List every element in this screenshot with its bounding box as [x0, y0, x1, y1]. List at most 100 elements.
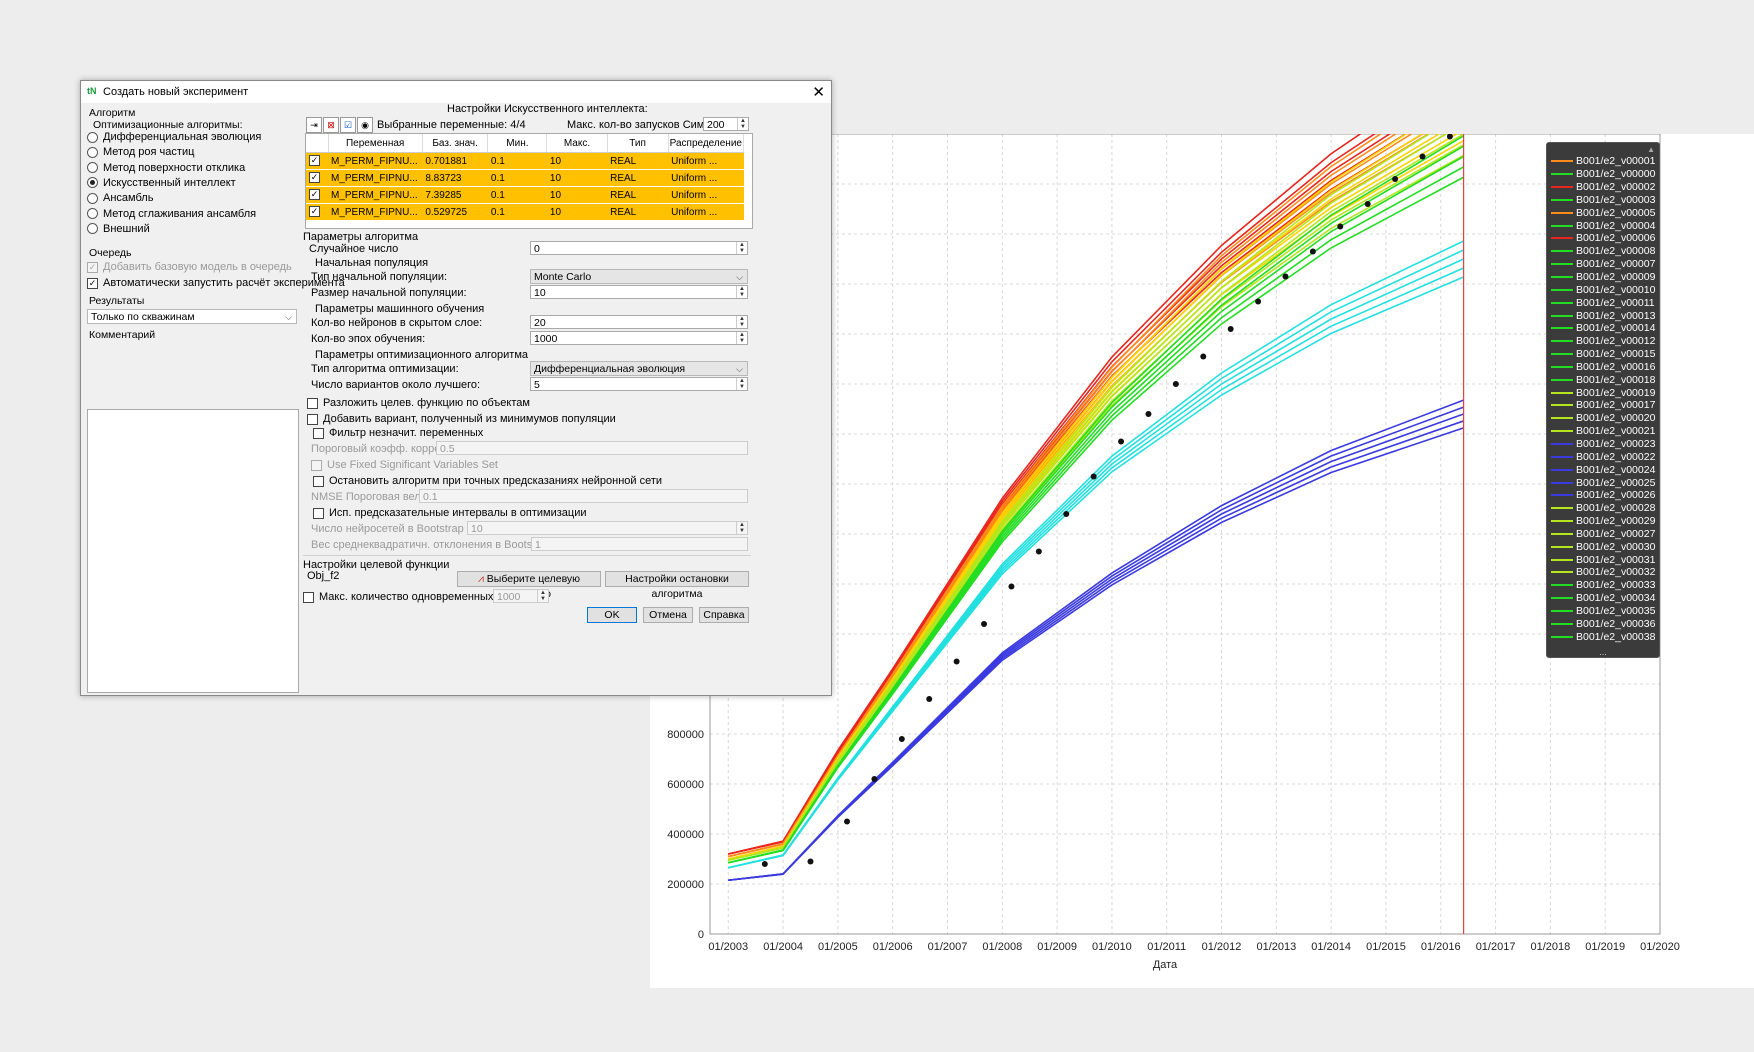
legend-item[interactable]: B001/e2_v00015 — [1547, 348, 1659, 361]
max-concurrent-checkbox[interactable] — [303, 591, 314, 603]
dialog-titlebar[interactable]: tN Создать новый эксперимент ✕ — [81, 81, 831, 103]
algorithm-option[interactable]: Дифференциальная эволюция — [87, 131, 261, 143]
auto-run-option[interactable]: ✓ Автоматически запустить расчёт эксперим… — [87, 277, 345, 289]
algorithm-radio[interactable] — [87, 146, 98, 158]
stop-settings-button[interactable]: Настройки остановки алгоритма — [605, 571, 749, 600]
legend-item[interactable]: B001/e2_v00010 — [1547, 283, 1659, 296]
check-all-icon[interactable]: ☑ — [340, 117, 356, 133]
algorithm-option[interactable]: Метод сглаживания ансамбля — [87, 208, 256, 220]
stop-on-precise-option[interactable]: Остановить алгоритм при точных предсказа… — [313, 475, 662, 487]
legend-item[interactable]: B001/e2_v00009 — [1547, 271, 1659, 284]
close-icon[interactable]: ✕ — [812, 83, 825, 101]
algorithm-radio[interactable] — [87, 208, 98, 220]
split-objective-option[interactable]: Разложить целев. функцию по объектам — [307, 397, 530, 409]
table-row[interactable]: ✓ M_PERM_FIPNU... 0.701881 0.1 10 REAL Uniform… — [306, 152, 744, 170]
legend-item[interactable]: B001/e2_v00035 — [1547, 605, 1659, 618]
legend-item[interactable]: B001/e2_v00030 — [1547, 540, 1659, 553]
legend-item[interactable]: B001/e2_v00019 — [1547, 386, 1659, 399]
legend-item[interactable]: B001/e2_v00021 — [1547, 425, 1659, 438]
table-header-cell[interactable]: Переменная — [328, 134, 423, 153]
legend-item[interactable]: B001/e2_v00012 — [1547, 335, 1659, 348]
legend-item[interactable]: B001/e2_v00011 — [1547, 296, 1659, 309]
legend-item[interactable]: B001/e2_v00003 — [1547, 194, 1659, 207]
cancel-button[interactable]: Отмена — [643, 607, 693, 623]
init-pop-type-select[interactable]: Monte Carlo ⌵ — [530, 269, 748, 284]
legend-item[interactable]: B001/e2_v00022 — [1547, 450, 1659, 463]
add-variable-icon[interactable]: ⇥ — [306, 117, 322, 133]
row-checkbox-cell[interactable]: ✓ — [306, 152, 328, 170]
filter-insig-option[interactable]: Фильтр незначит. переменных — [313, 427, 483, 439]
legend-item[interactable]: B001/e2_v00025 — [1547, 476, 1659, 489]
split-objective-checkbox[interactable] — [307, 397, 318, 409]
algorithm-radio[interactable] — [87, 162, 98, 174]
legend-item[interactable]: B001/e2_v00038 — [1547, 630, 1659, 643]
row-checkbox[interactable]: ✓ — [309, 172, 320, 184]
legend-item[interactable]: B001/e2_v00034 — [1547, 592, 1659, 605]
table-header-cell[interactable]: Макс. — [546, 134, 608, 153]
ok-button[interactable]: OK — [587, 607, 637, 623]
table-header-cell[interactable]: Распределение — [668, 134, 745, 153]
row-checkbox-cell[interactable]: ✓ — [306, 186, 328, 204]
legend-item[interactable]: B001/e2_v00024 — [1547, 463, 1659, 476]
legend-item[interactable]: B001/e2_v00002 — [1547, 181, 1659, 194]
row-checkbox[interactable]: ✓ — [309, 155, 320, 167]
choose-objective-button[interactable]: ⩘ Выберите целевую функцию — [457, 571, 601, 600]
init-pop-size-input[interactable]: 10 ▲ ▼ — [530, 285, 748, 299]
legend-item[interactable]: B001/e2_v00023 — [1547, 438, 1659, 451]
algorithm-option[interactable]: Ансамбль — [87, 192, 153, 204]
stop-on-precise-checkbox[interactable] — [313, 475, 324, 487]
table-row[interactable]: ✓ M_PERM_FIPNU... 7.39285 0.1 10 REAL Uniform … — [306, 186, 744, 204]
spin-arrows-icon[interactable]: ▲ ▼ — [736, 378, 747, 390]
algorithm-radio[interactable] — [87, 223, 98, 235]
legend-item[interactable]: B001/e2_v00006 — [1547, 232, 1659, 245]
variants-input[interactable]: 5 ▲ ▼ — [530, 377, 748, 391]
max-runs-input[interactable]: 200 ▲ ▼ — [703, 117, 749, 131]
table-header-cell[interactable]: Тип — [607, 134, 669, 153]
spin-arrows-icon[interactable]: ▲ ▼ — [737, 118, 748, 130]
algorithm-option[interactable]: Искусственный интеллект — [87, 177, 236, 189]
spin-arrows-icon[interactable]: ▲ ▼ — [736, 286, 747, 298]
legend-scroll-up-icon[interactable]: ▲ — [1647, 145, 1655, 154]
spin-arrows-icon[interactable]: ▲ ▼ — [736, 332, 747, 344]
legend-item[interactable]: B001/e2_v00029 — [1547, 515, 1659, 528]
algorithm-radio[interactable] — [87, 192, 98, 204]
pred-intervals-checkbox[interactable] — [313, 507, 324, 519]
legend-item[interactable]: B001/e2_v00026 — [1547, 489, 1659, 502]
legend-item[interactable]: B001/e2_v00018 — [1547, 373, 1659, 386]
filter-insig-checkbox[interactable] — [313, 427, 324, 439]
table-row[interactable]: ✓ M_PERM_FIPNU... 0.529725 0.1 10 REAL Uniform… — [306, 203, 744, 221]
legend-item[interactable]: B001/e2_v00027 — [1547, 527, 1659, 540]
results-select[interactable]: Только по скважинам ⌵ — [87, 309, 297, 324]
auto-run-checkbox[interactable]: ✓ — [87, 277, 98, 289]
legend-item[interactable]: B001/e2_v00013 — [1547, 309, 1659, 322]
legend-item[interactable]: B001/e2_v00000 — [1547, 168, 1659, 181]
algorithm-option[interactable]: Метод роя частиц — [87, 146, 194, 158]
pred-intervals-option[interactable]: Исп. предсказательные интервалы в оптими… — [313, 507, 587, 519]
row-checkbox-cell[interactable]: ✓ — [306, 169, 328, 187]
add-min-variant-option[interactable]: Добавить вариант, полученный из минимумо… — [307, 413, 616, 425]
table-row[interactable]: ✓ M_PERM_FIPNU... 8.83723 0.1 10 REAL Uniform … — [306, 169, 744, 187]
epochs-input[interactable]: 1000 ▲ ▼ — [530, 331, 748, 345]
help-button[interactable]: Справка — [699, 607, 749, 623]
algorithm-option[interactable]: Внешний — [87, 223, 150, 235]
row-checkbox[interactable]: ✓ — [309, 206, 320, 218]
legend-item[interactable]: B001/e2_v00028 — [1547, 502, 1659, 515]
legend-item[interactable]: B001/e2_v00032 — [1547, 566, 1659, 579]
remove-variable-icon[interactable]: ⊠ — [323, 117, 339, 133]
legend-item[interactable]: B001/e2_v00005 — [1547, 206, 1659, 219]
legend-item[interactable]: B001/e2_v00004 — [1547, 219, 1659, 232]
legend-item[interactable]: B001/e2_v00033 — [1547, 579, 1659, 592]
neurons-input[interactable]: 20 ▲ ▼ — [530, 315, 748, 329]
legend-item[interactable]: B001/e2_v00007 — [1547, 258, 1659, 271]
table-header-cell[interactable]: Мин. — [487, 134, 548, 153]
legend-item[interactable]: B001/e2_v00036 — [1547, 617, 1659, 630]
spin-arrows-icon[interactable]: ▲ ▼ — [736, 316, 747, 328]
legend-item[interactable]: B001/e2_v00020 — [1547, 412, 1659, 425]
add-min-variant-checkbox[interactable] — [307, 413, 318, 425]
view-icon[interactable]: ◉ — [357, 117, 373, 133]
legend-item[interactable]: B001/e2_v00016 — [1547, 361, 1659, 374]
row-checkbox[interactable]: ✓ — [309, 189, 320, 201]
legend-item[interactable]: B001/e2_v00001 — [1547, 155, 1659, 168]
legend-item[interactable]: B001/e2_v00008 — [1547, 245, 1659, 258]
row-checkbox-cell[interactable]: ✓ — [306, 203, 328, 221]
